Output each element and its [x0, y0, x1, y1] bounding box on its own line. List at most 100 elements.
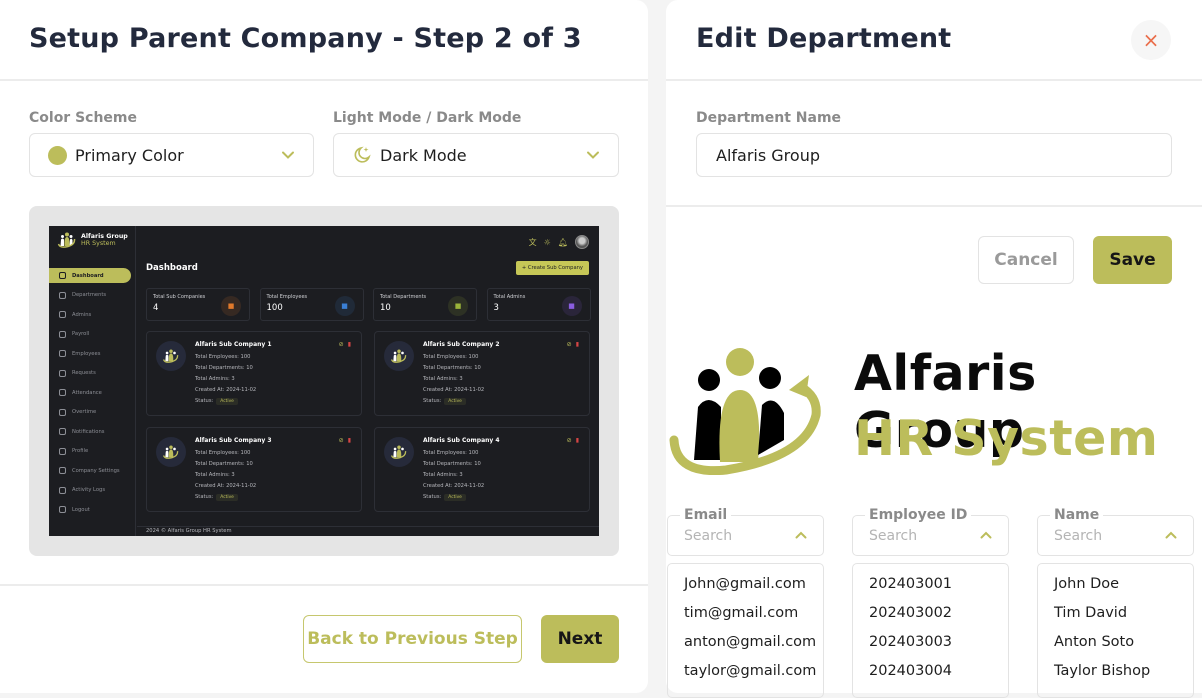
preview-nav-label: Profile: [72, 448, 89, 454]
employee-icon: ■: [334, 296, 355, 316]
mode-label: Light Mode / Dark Mode: [333, 110, 522, 126]
preview-nav-item: Overtime: [49, 405, 131, 420]
preview-company-card: Alfaris Sub Company 4 Total Employees: 1…: [374, 427, 590, 512]
list-item[interactable]: 202403001: [853, 576, 1008, 605]
preview-footer: 2024 © Alfaris Group HR System: [137, 526, 599, 536]
company-departments: Total Departments: 10: [195, 365, 253, 371]
list-item[interactable]: 202403003: [853, 634, 1008, 663]
back-to-previous-step-button[interactable]: Back to Previous Step: [303, 615, 522, 663]
filter-search-field[interactable]: Email Search: [667, 507, 824, 556]
status-badge: Active: [216, 494, 238, 501]
company-admins: Total Admins: 3: [195, 376, 235, 382]
list-item[interactable]: taylor@gmail.com: [668, 663, 823, 692]
logo-icon: [57, 232, 76, 248]
list-item[interactable]: anton@gmail.com: [668, 634, 823, 663]
search-input-placeholder[interactable]: Search: [869, 528, 917, 544]
setup-parent-company-panel: Setup Parent Company - Step 2 of 3 Color…: [0, 0, 648, 693]
save-button[interactable]: Save: [1093, 236, 1172, 284]
preview-topbar: 文 ☼ 🔔︎: [529, 235, 589, 249]
trash-icon: ▮: [575, 437, 579, 444]
avatar: [575, 235, 589, 249]
company-created: Created At: 2024-11-02: [195, 483, 257, 489]
preview-sidebar: Alfaris Group HR System Dashboard Departme…: [49, 226, 136, 536]
divider: [0, 584, 648, 586]
preview-brand-line1: Alfaris Group: [81, 233, 128, 240]
cancel-button[interactable]: Cancel: [978, 236, 1074, 284]
sun-icon: ☼: [543, 237, 551, 247]
company-departments: Total Departments: 10: [423, 365, 481, 371]
preview-nav-label: Overtime: [72, 409, 97, 415]
list-item[interactable]: Taylor Bishop: [1038, 663, 1193, 692]
company-name: Alfaris Sub Company 1: [195, 341, 272, 348]
next-button[interactable]: Next: [541, 615, 619, 663]
money-icon: [59, 330, 66, 338]
mode-select[interactable]: Dark Mode: [333, 133, 619, 177]
user-icon: [59, 447, 66, 455]
color-scheme-select[interactable]: Primary Color: [29, 133, 314, 177]
preview-nav-item: Activity Logs: [49, 483, 131, 498]
preview-nav-item: Company Settings: [49, 463, 131, 478]
company-status-label: Status:: [195, 398, 214, 404]
trash-icon: ▮: [347, 437, 351, 444]
search-input-placeholder[interactable]: Search: [684, 528, 732, 544]
bell-icon: [59, 428, 66, 435]
list-item[interactable]: 202403004: [853, 663, 1008, 692]
company-status-label: Status:: [423, 494, 442, 500]
close-button[interactable]: ×: [1131, 20, 1171, 60]
translate-icon: 文: [528, 237, 537, 247]
preview-company-card: Alfaris Sub Company 2 Total Employees: 1…: [374, 331, 590, 416]
preview-brand-line2: HR System: [81, 240, 116, 247]
list-item[interactable]: tim@gmail.com: [668, 605, 823, 634]
list-item[interactable]: Tim David: [1038, 605, 1193, 634]
preview-nav-label: Payroll: [72, 331, 90, 337]
color-scheme-label: Color Scheme: [29, 110, 138, 126]
chevron-up-icon[interactable]: [1165, 530, 1177, 540]
list-item[interactable]: Anton Soto: [1038, 634, 1193, 663]
chevron-up-icon[interactable]: [980, 530, 992, 540]
preview-page-title: Dashboard: [146, 263, 198, 273]
filter-search-field[interactable]: Name Search: [1037, 507, 1194, 556]
company-logo-icon: [384, 341, 414, 371]
preview-nav-label: Notifications: [72, 428, 105, 435]
building-icon: ■: [221, 296, 241, 316]
filter-search-field[interactable]: Employee ID Search: [852, 507, 1009, 556]
company-employees: Total Employees: 100: [423, 354, 479, 360]
logout-icon: [59, 506, 66, 513]
search-input-placeholder[interactable]: Search: [1054, 528, 1102, 544]
preview-nav-item: Requests: [49, 366, 131, 381]
list-item[interactable]: John Doe: [1038, 576, 1193, 605]
toggle-icon: ⊘: [338, 437, 344, 444]
preview-nav-label: Attendance: [72, 389, 102, 396]
company-admins: Total Admins: 3: [423, 376, 463, 382]
chevron-up-icon[interactable]: [795, 530, 807, 540]
brand-logo-icon: [669, 348, 821, 475]
theme-preview: Alfaris Group HR System Dashboard Departme…: [29, 206, 619, 556]
company-created: Created At: 2024-11-02: [423, 387, 485, 393]
calendar-icon: [59, 389, 66, 396]
status-badge: Active: [444, 398, 466, 405]
list-item[interactable]: 202403002: [853, 605, 1008, 634]
dashboard-preview: Alfaris Group HR System Dashboard Departme…: [49, 226, 599, 536]
chevron-down-icon: [587, 151, 599, 159]
filter-options-list: John@gmail.com tim@gmail.com anton@gmail.c…: [667, 563, 824, 698]
preview-nav-item: Employees: [49, 346, 131, 361]
mode-value: Dark Mode: [380, 145, 467, 165]
preview-nav-item: Notifications: [49, 424, 131, 439]
company-employees: Total Employees: 100: [423, 450, 479, 456]
preview-nav-label: Departments: [72, 292, 107, 298]
dialog-title: Edit Department: [696, 23, 952, 54]
list-item[interactable]: John@gmail.com: [668, 576, 823, 605]
filter-label: Employee ID: [865, 507, 972, 523]
preview-logo: Alfaris Group HR System: [57, 232, 128, 248]
preview-nav-item: Profile: [49, 444, 131, 459]
preview-stat-card: Total Departments 10 ■: [373, 288, 477, 321]
preview-nav-label: Employees: [72, 350, 101, 357]
trash-icon: ▮: [347, 341, 351, 348]
preview-nav-label: Company Settings: [72, 467, 120, 474]
company-admins: Total Admins: 3: [195, 472, 235, 478]
preview-stat-card: Total Admins 3 ■: [486, 288, 591, 321]
request-icon: [59, 369, 66, 377]
chevron-down-icon: [282, 151, 294, 159]
preview-nav-label: Dashboard: [72, 272, 104, 279]
department-name-input[interactable]: Alfaris Group: [696, 133, 1172, 177]
